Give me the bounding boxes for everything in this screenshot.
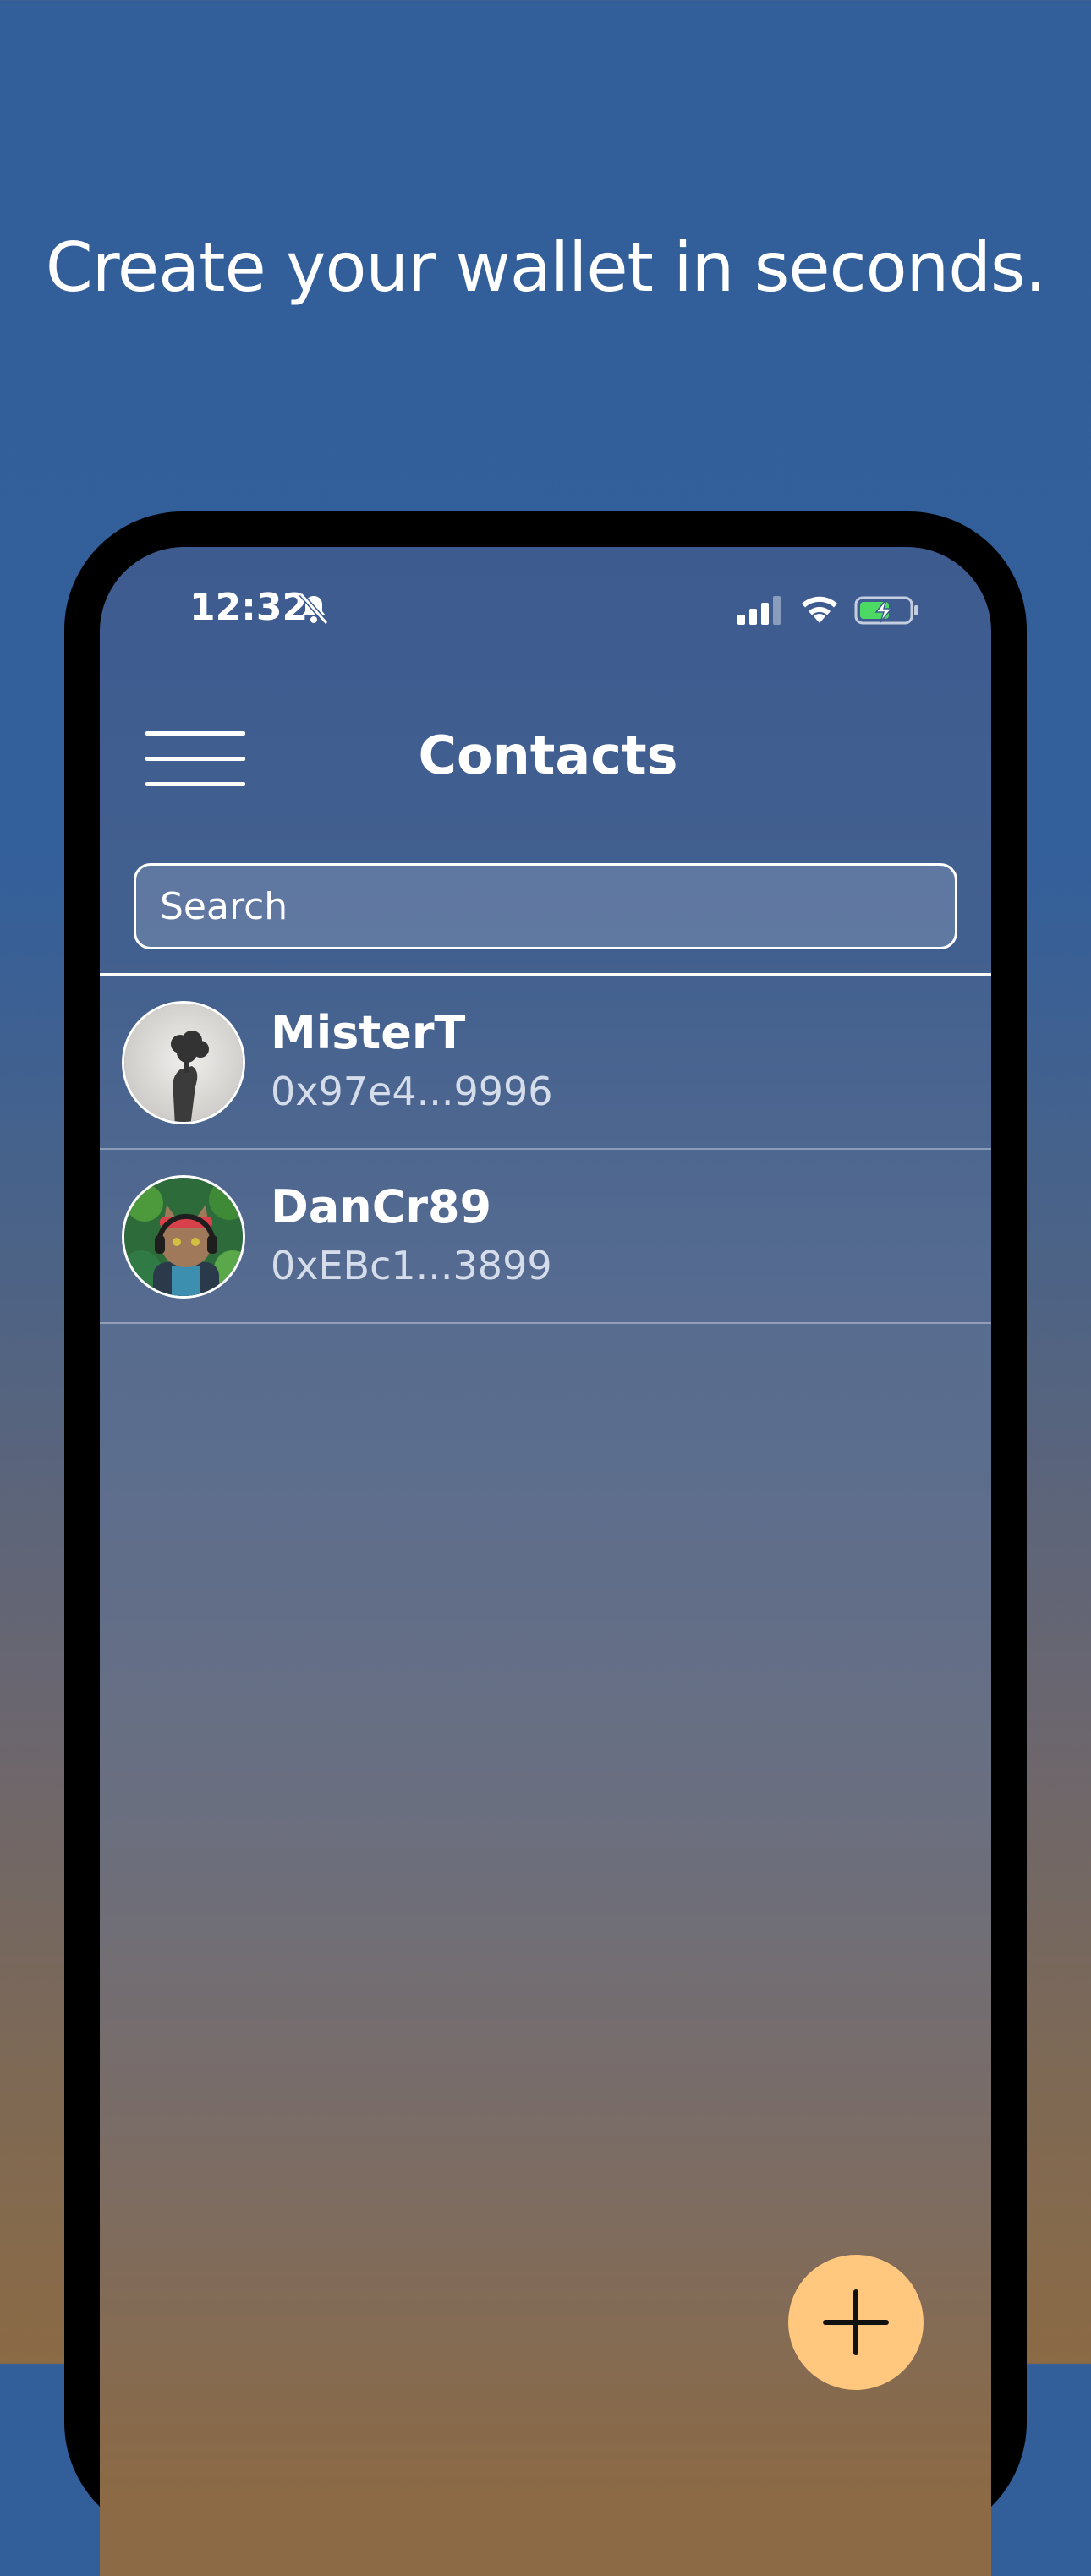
contact-row-mistert[interactable]: MisterT 0x97e4...9996 xyxy=(100,976,991,1150)
avatar-dancr89 xyxy=(122,1175,245,1299)
signal-icon xyxy=(737,596,781,625)
search-input[interactable] xyxy=(134,863,957,949)
status-time: 12:32 xyxy=(189,586,309,629)
contact-name: MisterT xyxy=(271,1006,466,1059)
contact-name: DanCr89 xyxy=(271,1180,492,1233)
app-screen: 12:32 Contacts Search MisterT 0x97e4...9… xyxy=(100,547,991,2576)
hamburger-menu-icon[interactable] xyxy=(145,731,247,790)
plus-icon xyxy=(823,2289,889,2355)
avatar-mistert xyxy=(122,1001,245,1124)
contact-row-dancr89[interactable]: DanCr89 0xEBc1...3899 xyxy=(100,1150,991,1324)
bell-slash-icon xyxy=(299,593,329,625)
battery-charging-icon xyxy=(854,596,918,625)
wifi-icon xyxy=(802,596,837,623)
add-contact-button[interactable] xyxy=(788,2255,924,2390)
status-bar: 12:32 xyxy=(100,547,991,674)
promo-headline: Create your wallet in seconds. xyxy=(45,228,1046,307)
contact-address: 0xEBc1...3899 xyxy=(271,1243,552,1288)
contact-address: 0x97e4...9996 xyxy=(271,1069,553,1114)
page-title: Contacts xyxy=(418,725,678,786)
